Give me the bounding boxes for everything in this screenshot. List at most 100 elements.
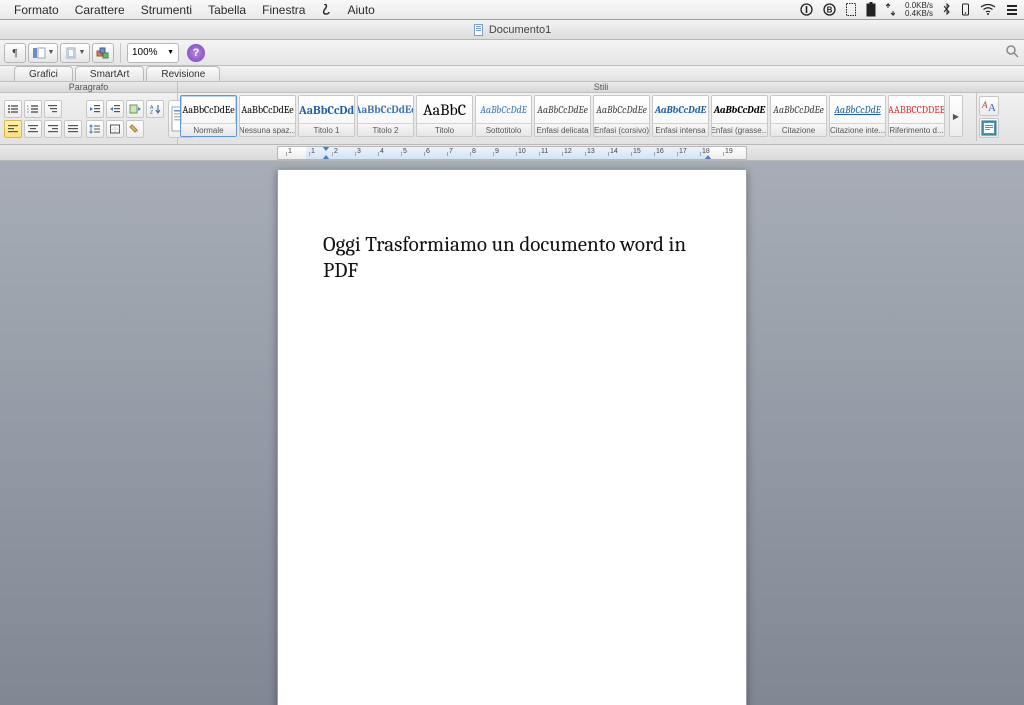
style-label: Citazione: [771, 123, 826, 136]
subtab-grafici[interactable]: Grafici: [14, 66, 73, 81]
subtab-smartart[interactable]: SmartArt: [75, 66, 144, 81]
ribbon-subtabs: Grafici SmartArt Revisione: [0, 66, 1024, 82]
change-styles-button[interactable]: AA: [979, 96, 999, 116]
status-icon-1[interactable]: [800, 3, 813, 16]
style-item-11[interactable]: AaBbCcDdECitazione inte...: [829, 95, 886, 137]
style-preview: AaBbCcDdE: [476, 96, 531, 123]
style-label: Citazione inte...: [830, 123, 885, 136]
group-label-paragraph: Paragrafo: [0, 82, 178, 92]
increase-indent-button[interactable]: [106, 100, 124, 118]
right-indent-marker[interactable]: [704, 155, 712, 160]
style-preview: AaBbCcDdE: [653, 96, 708, 123]
layout-arrange-button[interactable]: [92, 43, 114, 63]
menu-extras-icon[interactable]: [1006, 4, 1018, 16]
page-setup-button[interactable]: ▼: [60, 43, 90, 63]
style-item-6[interactable]: AaBbCcDdEeEnfasi delicata: [534, 95, 591, 137]
shading-button[interactable]: [126, 120, 144, 138]
first-line-indent-marker[interactable]: [322, 146, 330, 151]
style-preview: AaBbCcDdEe: [240, 96, 295, 123]
script-menu-icon[interactable]: [313, 4, 339, 16]
style-preview: AaBbCcDd: [299, 96, 354, 123]
menu-aiuto[interactable]: Aiuto: [339, 3, 382, 17]
style-preview: AaBbCcDdEe: [181, 96, 236, 123]
align-right-button[interactable]: [44, 120, 62, 138]
subtab-revisione[interactable]: Revisione: [146, 66, 220, 81]
style-label: Titolo: [417, 123, 472, 136]
updown-icon[interactable]: [886, 3, 895, 16]
style-item-4[interactable]: AaBbCTitolo: [416, 95, 473, 137]
bullets-button[interactable]: [4, 100, 22, 118]
line-spacing-button[interactable]: [86, 120, 104, 138]
svg-text:B: B: [827, 6, 833, 15]
ribbon-group-labels: Paragrafo Stili: [0, 82, 1024, 93]
document-area[interactable]: Oggi Trasformiamo un documento word in P…: [0, 161, 1024, 705]
status-icon-2[interactable]: B: [823, 3, 836, 16]
svg-text:A: A: [988, 102, 996, 114]
style-item-12[interactable]: AABBCCDDEERiferimento d...: [888, 95, 945, 137]
style-item-8[interactable]: AaBbCcDdEEnfasi intensa: [652, 95, 709, 137]
style-item-5[interactable]: AaBbCcDdESottotitolo: [475, 95, 532, 137]
phone-link-icon[interactable]: [961, 3, 970, 16]
numbering-button[interactable]: 123: [24, 100, 42, 118]
style-label: Titolo 2: [358, 123, 413, 136]
style-preview: AaBbCcDdEe: [535, 96, 590, 123]
menu-carattere[interactable]: Carattere: [67, 3, 133, 17]
left-indent-marker[interactable]: [322, 155, 330, 160]
styles-pane-button[interactable]: [979, 118, 999, 138]
style-item-2[interactable]: AaBbCcDdTitolo 1: [298, 95, 355, 137]
multilevel-list-button[interactable]: [44, 100, 62, 118]
search-icon[interactable]: [1004, 43, 1020, 59]
svg-text:A: A: [981, 100, 988, 110]
status-icon-dashed[interactable]: [846, 3, 856, 16]
zoom-selector[interactable]: 100%▼: [127, 43, 179, 63]
style-item-0[interactable]: AaBbCcDdEeNormale: [180, 95, 237, 137]
style-label: Riferimento d...: [889, 123, 944, 136]
align-justify-button[interactable]: [64, 120, 82, 138]
style-label: Enfasi (corsivo): [594, 123, 649, 136]
style-preview: AaBbCcDdEe: [358, 96, 413, 123]
styles-scroll-right[interactable]: ▶: [949, 95, 963, 137]
document-icon: [473, 24, 485, 36]
sort-button[interactable]: AZ: [146, 100, 164, 118]
menu-formato[interactable]: Formato: [6, 3, 67, 17]
style-item-10[interactable]: AaBbCcDdEeCitazione: [770, 95, 827, 137]
network-speed: 0.0KB/s0.4KB/s: [905, 2, 933, 18]
paragraph-group: 123 AZ: [0, 93, 178, 144]
mac-menu-bar: Formato Carattere Strumenti Tabella Fine…: [0, 0, 1024, 20]
decrease-indent-button[interactable]: [86, 100, 104, 118]
style-item-7[interactable]: AaBbCcDdEeEnfasi (corsivo): [593, 95, 650, 137]
text-direction-button[interactable]: [126, 100, 144, 118]
view-mode-button[interactable]: ▼: [28, 43, 58, 63]
menu-finestra[interactable]: Finestra: [254, 3, 313, 17]
help-button[interactable]: ?: [187, 44, 205, 62]
align-left-button[interactable]: [4, 120, 22, 138]
document-title: Documento1: [489, 24, 551, 36]
page-1[interactable]: Oggi Trasformiamo un documento word in P…: [277, 169, 747, 705]
style-preview: AaBbCcDdEe: [594, 96, 649, 123]
style-label: Enfasi (grasse...: [712, 123, 767, 136]
style-item-9[interactable]: AaBbCcDdEEnfasi (grasse...: [711, 95, 768, 137]
battery-icon[interactable]: [866, 2, 876, 17]
align-center-button[interactable]: [24, 120, 42, 138]
wifi-icon[interactable]: [980, 4, 996, 15]
show-formatting-button[interactable]: ¶: [4, 43, 26, 63]
menu-strumenti[interactable]: Strumenti: [133, 3, 200, 17]
menu-tabella[interactable]: Tabella: [200, 3, 254, 17]
style-preview: AaBbCcDdEe: [771, 96, 826, 123]
style-item-3[interactable]: AaBbCcDdEeTitolo 2: [357, 95, 414, 137]
borders-button[interactable]: [106, 120, 124, 138]
bluetooth-icon[interactable]: [943, 3, 951, 16]
style-preview: AaBbC: [417, 96, 472, 123]
style-preview: AaBbCcDdE: [830, 96, 885, 123]
svg-text:3: 3: [27, 110, 29, 114]
style-item-1[interactable]: AaBbCcDdEeNessuna spaz...: [239, 95, 296, 137]
window-titlebar: Documento1: [0, 20, 1024, 40]
style-label: Titolo 1: [299, 123, 354, 136]
style-label: Nessuna spaz...: [240, 123, 295, 136]
style-label: Enfasi intensa: [653, 123, 708, 136]
separator: [120, 43, 121, 63]
style-label: Normale: [181, 123, 236, 136]
document-body-text[interactable]: Oggi Trasformiamo un documento word in P…: [323, 232, 701, 285]
styles-gallery: AaBbCcDdEeNormaleAaBbCcDdEeNessuna spaz.…: [178, 93, 947, 144]
horizontal-ruler[interactable]: 112345678910111213141516171819: [277, 146, 747, 160]
